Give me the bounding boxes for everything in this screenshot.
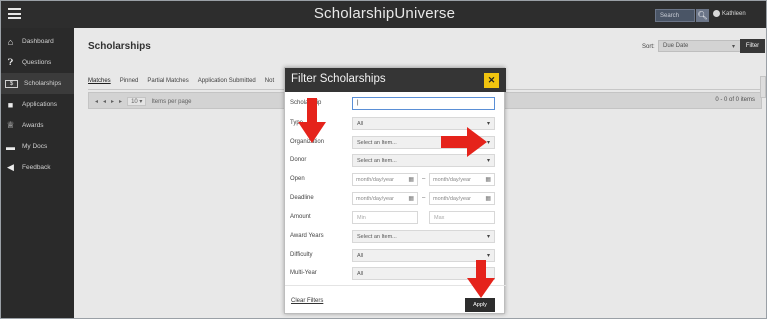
- multi-year-value: All: [357, 271, 364, 277]
- award-years-value: Select an Item...: [357, 234, 397, 240]
- modal-title: Filter Scholarships: [291, 73, 386, 85]
- deadline-start-date[interactable]: month/day/year ▦: [352, 192, 418, 205]
- red-arrow-right-icon: [441, 127, 487, 157]
- app-window: ScholarshipUniverse Search 🔍︎ Kathleen ⌂…: [0, 0, 767, 319]
- search-input[interactable]: Search: [655, 9, 695, 22]
- open-end-date[interactable]: month/day/year ▦: [429, 173, 495, 186]
- sidebar-item-applications[interactable]: ■ Applications: [1, 94, 74, 115]
- search-icon[interactable]: 🔍︎: [696, 9, 709, 22]
- deadline-label: Deadline: [290, 195, 314, 201]
- difficulty-label: Difficulty: [290, 252, 313, 258]
- date-placeholder: month/day/year: [356, 196, 394, 202]
- user-name: Kathleen: [722, 11, 746, 18]
- amount-max-input[interactable]: Max: [429, 211, 495, 224]
- donor-label: Donor: [290, 157, 307, 163]
- deadline-end-date[interactable]: month/day/year ▦: [429, 192, 495, 205]
- type-value: All: [357, 121, 364, 127]
- modal-header: Filter Scholarships ✕: [285, 68, 506, 92]
- close-button[interactable]: ✕: [484, 73, 499, 88]
- donor-value: Select an Item...: [357, 158, 397, 164]
- question-icon: ❓︎: [7, 57, 14, 67]
- organization-value: Select an Item...: [357, 140, 397, 146]
- folder-icon: ▬: [6, 141, 15, 152]
- date-placeholder: month/day/year: [433, 177, 471, 183]
- sidebar: ⌂ Dashboard ❓︎ Questions $ Scholarships ■ Ap…: [1, 28, 74, 318]
- scholarship-input[interactable]: |: [352, 97, 495, 110]
- field-row-award-years: Award Years Select an Item... ▾: [285, 230, 506, 245]
- sidebar-item-dashboard[interactable]: ⌂ Dashboard: [1, 31, 74, 52]
- app-title: ScholarshipUniverse: [313, 5, 456, 22]
- sidebar-item-label: Applications: [22, 101, 58, 108]
- sidebar-item-label: My Docs: [22, 143, 48, 150]
- clear-filters-link[interactable]: Clear Filters: [291, 298, 323, 304]
- sidebar-item-label: Questions: [22, 59, 52, 66]
- calendar-icon[interactable]: ▦: [408, 176, 414, 183]
- calendar-icon[interactable]: ▦: [485, 195, 491, 202]
- sidebar-item-awards[interactable]: ♕ Awards: [1, 115, 74, 136]
- calendar-icon[interactable]: ▦: [408, 195, 414, 202]
- range-dash: –: [422, 176, 426, 182]
- date-placeholder: month/day/year: [356, 177, 394, 183]
- amount-min-input[interactable]: Min: [352, 211, 418, 224]
- trophy-icon: ♕: [6, 120, 15, 130]
- user-icon: [713, 10, 720, 17]
- sidebar-item-my-docs[interactable]: ▬ My Docs: [1, 136, 74, 157]
- sidebar-item-label: Dashboard: [22, 38, 54, 45]
- open-start-date[interactable]: month/day/year ▦: [352, 173, 418, 186]
- field-row-amount: Amount Min Max: [285, 211, 506, 226]
- sidebar-item-label: Awards: [22, 122, 44, 129]
- chevron-down-icon: ▾: [486, 234, 490, 240]
- megaphone-icon: ◀: [7, 162, 14, 172]
- award-years-select[interactable]: Select an Item... ▾: [352, 230, 495, 243]
- multi-year-label: Multi-Year: [290, 270, 317, 276]
- field-row-open: Open month/day/year ▦ – month/day/year ▦: [285, 173, 506, 188]
- difficulty-value: All: [357, 253, 364, 259]
- amount-label: Amount: [290, 214, 311, 220]
- range-dash: –: [422, 195, 426, 201]
- home-icon: ⌂: [7, 36, 14, 47]
- chevron-down-icon: ▾: [486, 158, 490, 164]
- sidebar-item-label: Scholarships: [24, 80, 62, 87]
- red-arrow-down-icon: [298, 98, 326, 143]
- sidebar-item-label: Feedback: [22, 164, 51, 171]
- chevron-down-icon: ▾: [486, 253, 490, 259]
- scholarship-icon: $: [5, 79, 18, 88]
- chevron-down-icon: ▾: [486, 140, 490, 146]
- date-placeholder: month/day/year: [433, 196, 471, 202]
- user-menu[interactable]: Kathleen: [713, 10, 746, 17]
- apply-button[interactable]: Apply: [465, 298, 495, 312]
- calendar-icon[interactable]: ▦: [485, 176, 491, 183]
- chevron-down-icon: ▾: [486, 121, 490, 127]
- sidebar-item-scholarships[interactable]: $ Scholarships: [1, 73, 74, 94]
- sidebar-item-questions[interactable]: ❓︎ Questions: [1, 52, 74, 73]
- document-icon: ■: [7, 99, 14, 110]
- field-row-deadline: Deadline month/day/year ▦ – month/day/yea…: [285, 192, 506, 207]
- award-years-label: Award Years: [290, 233, 324, 239]
- red-arrow-down-icon: [467, 260, 495, 298]
- open-label: Open: [290, 176, 305, 182]
- top-bar: ScholarshipUniverse Search 🔍︎ Kathleen: [1, 1, 766, 28]
- sidebar-item-feedback[interactable]: ◀ Feedback: [1, 157, 74, 178]
